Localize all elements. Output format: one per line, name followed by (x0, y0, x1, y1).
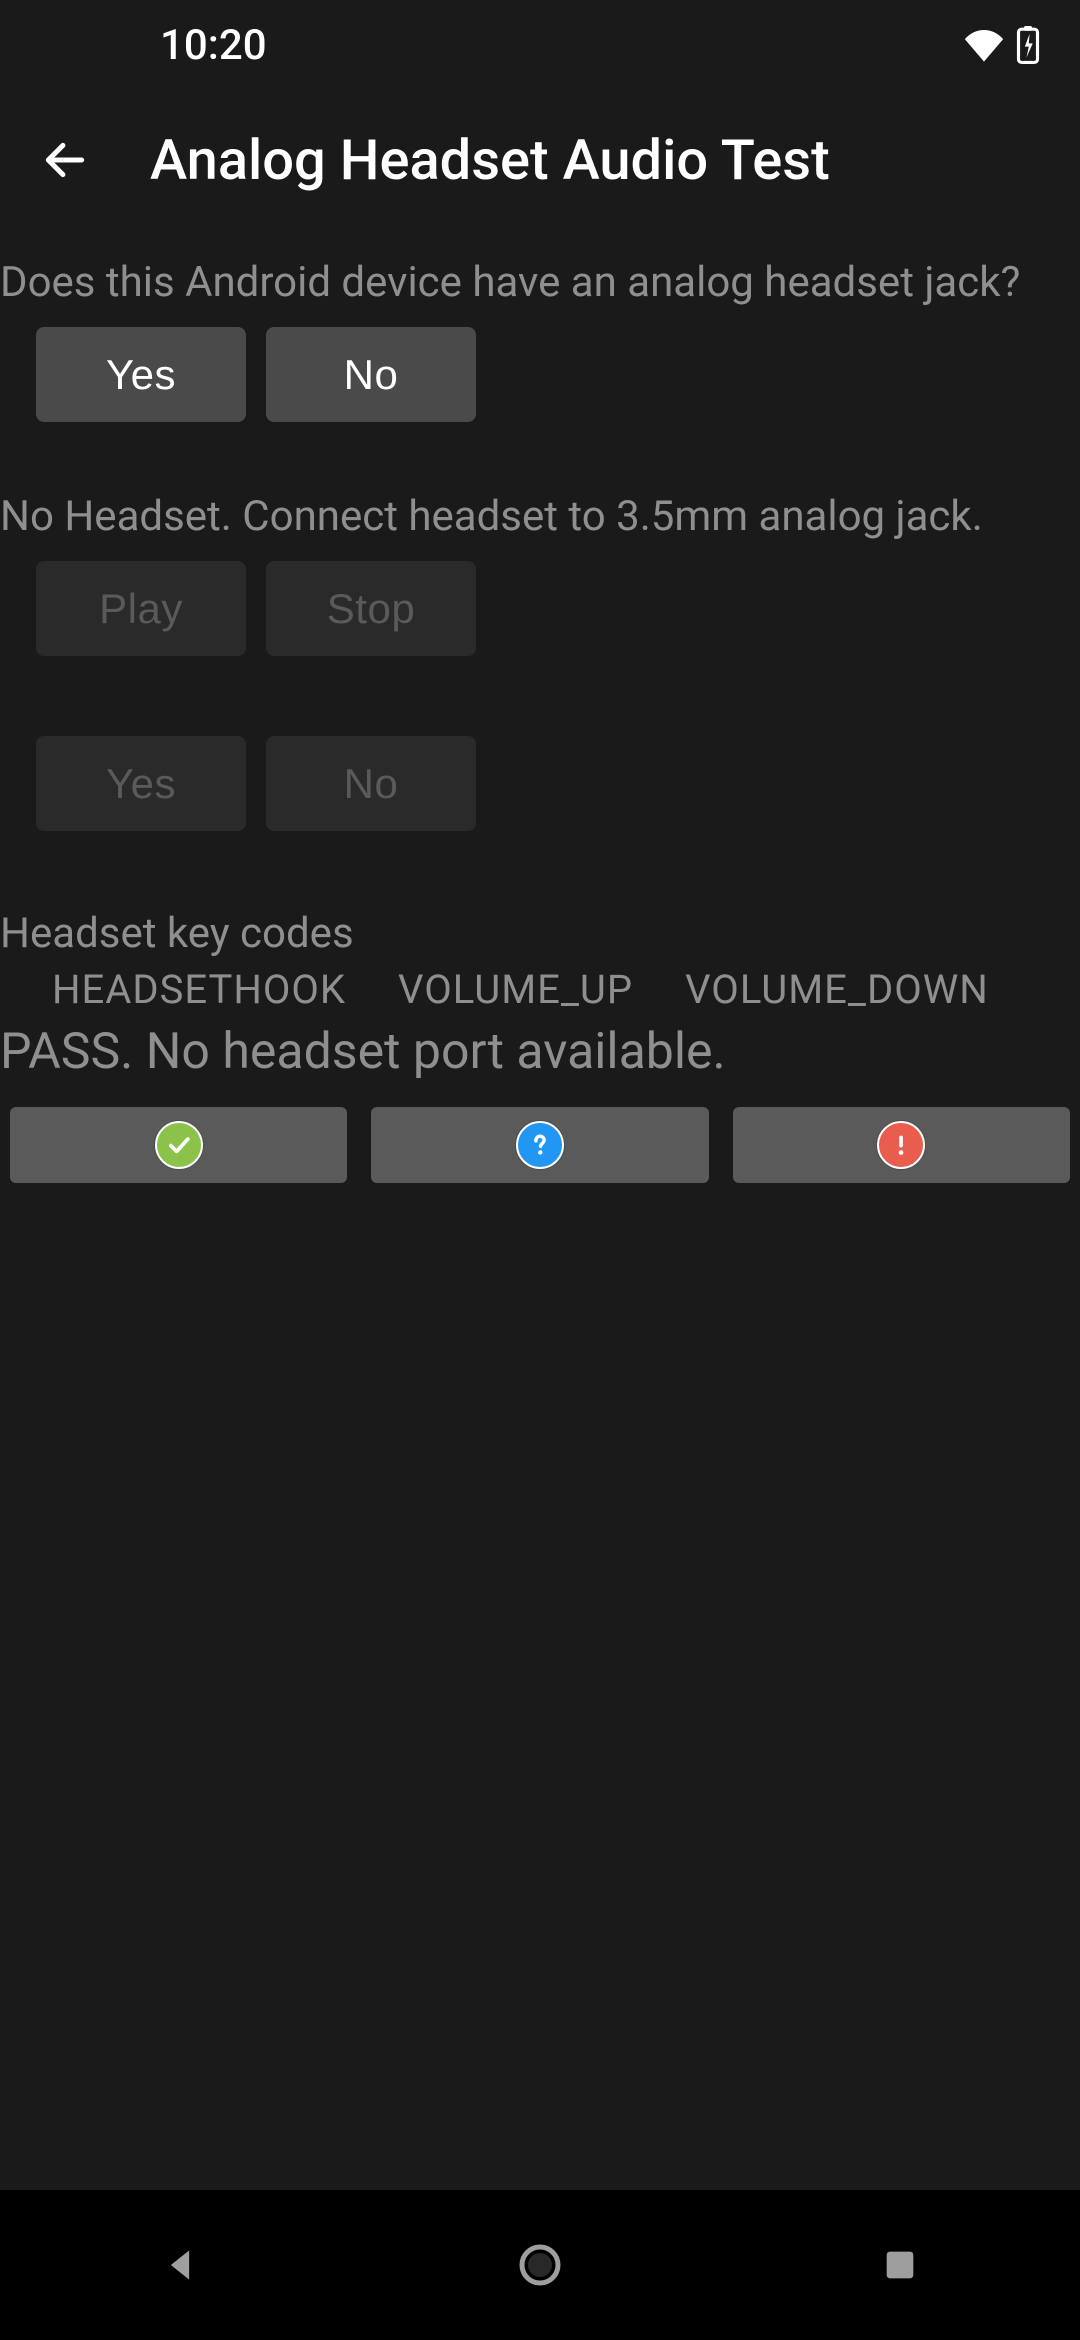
keycode-item: VOLUME_UP (398, 966, 633, 1013)
nav-home-button[interactable] (505, 2230, 575, 2300)
question-has-jack: Does this Android device have an analog … (0, 230, 1080, 307)
question1-button-row: Yes No (0, 307, 1080, 422)
keycodes-label: Headset key codes (0, 831, 1080, 958)
stop-button: Stop (266, 561, 476, 656)
keycode-item: HEADSETHOOK (52, 966, 346, 1013)
fail-button[interactable] (733, 1107, 1070, 1183)
play-button: Play (36, 561, 246, 656)
exclamation-icon (877, 1121, 925, 1169)
keycode-item: VOLUME_DOWN (685, 966, 989, 1013)
content-area: Does this Android device have an analog … (0, 230, 1080, 2190)
status-time: 10:20 (160, 21, 267, 70)
status-icons (964, 26, 1040, 64)
pass-button[interactable] (10, 1107, 347, 1183)
back-button[interactable] (40, 135, 90, 185)
confirm2-button-row: Yes No (0, 716, 1080, 831)
playback-button-row: Play Stop (0, 541, 1080, 656)
result-text: PASS. No headset port available. (0, 1013, 1080, 1081)
status-bar: 10:20 (0, 0, 1080, 90)
question-icon (516, 1121, 564, 1169)
confirm2-no-button: No (266, 736, 476, 831)
headset-status-text: No Headset. Connect headset to 3.5mm ana… (0, 422, 1080, 541)
keycodes-row: HEADSETHOOK VOLUME_UP VOLUME_DOWN (0, 958, 1080, 1013)
nav-back-button[interactable] (145, 2230, 215, 2300)
has-jack-yes-button[interactable]: Yes (36, 327, 246, 422)
page-title: Analog Headset Audio Test (150, 127, 830, 193)
has-jack-no-button[interactable]: No (266, 327, 476, 422)
wifi-icon (964, 28, 1004, 62)
navigation-bar (0, 2190, 1080, 2340)
confirm2-yes-button: Yes (36, 736, 246, 831)
result-button-row (0, 1081, 1080, 1183)
app-bar: Analog Headset Audio Test (0, 90, 1080, 230)
info-button[interactable] (371, 1107, 708, 1183)
nav-recent-button[interactable] (865, 2230, 935, 2300)
check-icon (155, 1121, 203, 1169)
battery-charging-icon (1016, 26, 1040, 64)
